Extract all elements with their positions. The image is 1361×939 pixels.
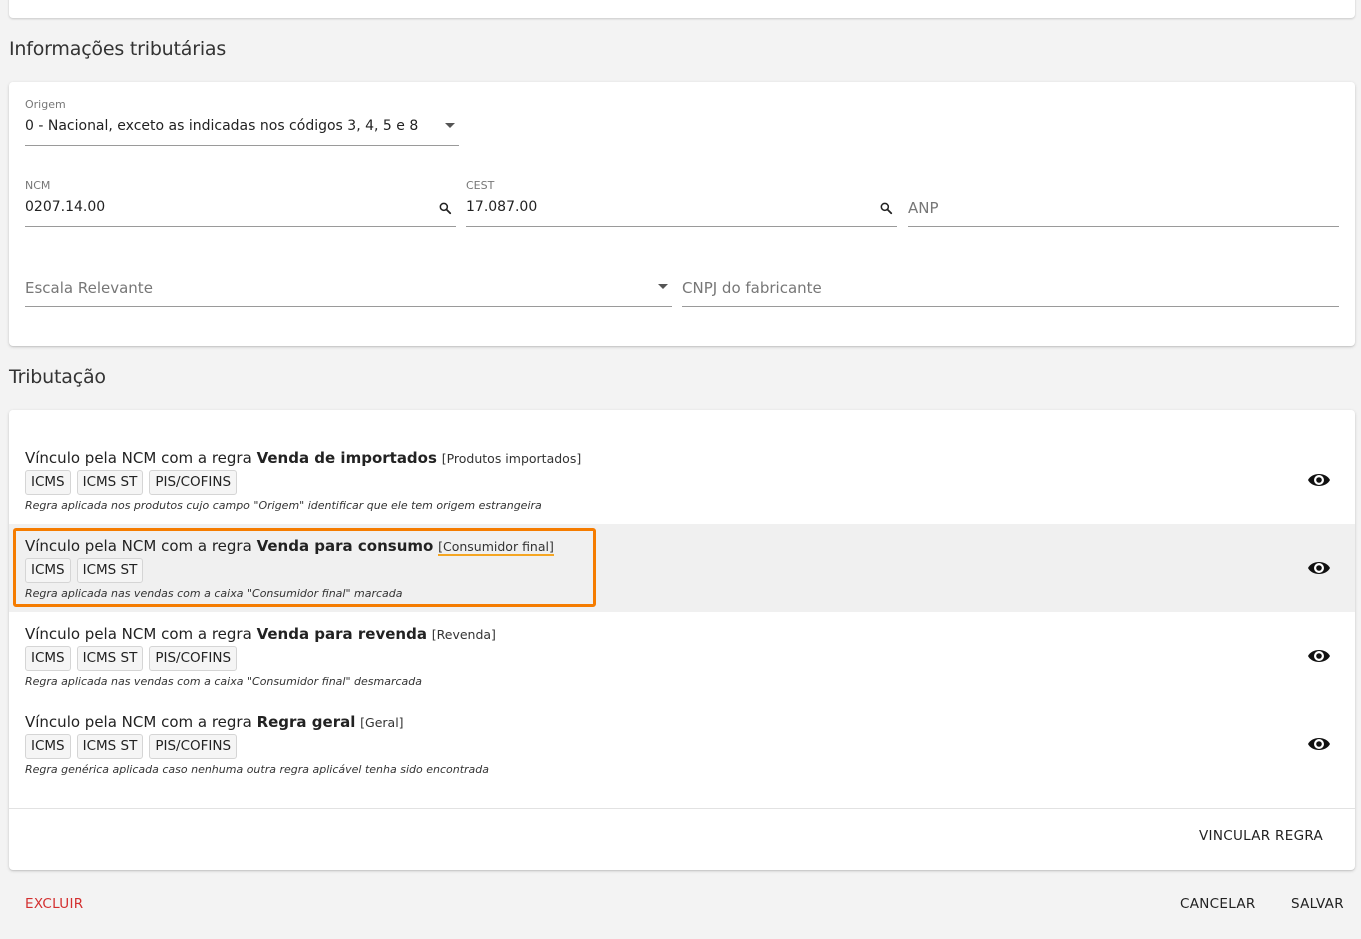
escala-relevante-select[interactable]: Escala Relevante	[25, 259, 672, 307]
chip-icms-st: ICMS ST	[76, 646, 144, 671]
tax-chips: ICMS ICMS ST	[25, 558, 144, 583]
previous-section-card	[9, 0, 1355, 18]
anp-placeholder: ANP	[908, 199, 939, 217]
cest-label: CEST	[466, 179, 495, 192]
save-button[interactable]: SALVAR	[1291, 896, 1344, 912]
tax-info-title: Informações tributárias	[9, 38, 227, 60]
tax-chips: ICMS ICMS ST PIS/COFINS	[25, 734, 238, 759]
tax-info-card: Origem 0 - Nacional, exceto as indicadas…	[9, 82, 1355, 346]
rule-description: Regra aplicada nas vendas com a caixa "C…	[25, 587, 403, 600]
rule-tag: [Geral]	[360, 715, 404, 730]
rule-item-highlighted: Vínculo pela NCM com a regra Venda para …	[9, 524, 1355, 612]
rule-name: Venda para revenda	[256, 625, 427, 643]
eye-icon[interactable]	[1307, 734, 1331, 754]
caret-down-icon	[445, 123, 455, 128]
origem-label: Origem	[25, 98, 66, 111]
page: Informações tributárias Origem 0 - Nacio…	[0, 0, 1361, 939]
escala-placeholder: Escala Relevante	[25, 279, 153, 297]
cnpj-placeholder: CNPJ do fabricante	[682, 279, 822, 297]
rule-prefix: Vínculo pela NCM com a regra	[25, 537, 252, 555]
chip-icms: ICMS	[25, 558, 71, 583]
cancel-button[interactable]: CANCELAR	[1180, 896, 1256, 912]
chip-pis-cofins: PIS/COFINS	[149, 734, 238, 759]
rule-description: Regra genérica aplicada caso nenhuma out…	[25, 763, 490, 776]
taxation-title: Tributação	[9, 366, 106, 388]
rule-name: Venda para consumo	[256, 537, 434, 555]
ncm-field[interactable]: NCM 0207.14.00	[25, 179, 456, 227]
rule-prefix: Vínculo pela NCM com a regra	[25, 449, 252, 467]
rule-description: Regra aplicada nos produtos cujo campo "…	[25, 499, 542, 512]
rule-title: Vínculo pela NCM com a regra Venda para …	[25, 537, 554, 556]
caret-down-icon	[658, 284, 668, 289]
ncm-label: NCM	[25, 179, 51, 192]
taxation-card: Vínculo pela NCM com a regra Venda de im…	[9, 410, 1355, 870]
chip-icms-st: ICMS ST	[76, 470, 144, 495]
anp-field[interactable]: ANP	[908, 179, 1339, 227]
chip-icms: ICMS	[25, 646, 71, 671]
rule-tag: [Revenda]	[431, 627, 496, 642]
tax-chips: ICMS ICMS ST PIS/COFINS	[25, 470, 238, 495]
chip-icms: ICMS	[25, 734, 71, 759]
rule-title: Vínculo pela NCM com a regra Venda de im…	[25, 449, 581, 467]
rule-description: Regra aplicada nas vendas com a caixa "C…	[25, 675, 423, 688]
rule-prefix: Vínculo pela NCM com a regra	[25, 625, 252, 643]
rule-name: Regra geral	[256, 713, 356, 731]
chip-pis-cofins: PIS/COFINS	[149, 470, 238, 495]
origem-select[interactable]: Origem 0 - Nacional, exceto as indicadas…	[25, 98, 459, 146]
rule-tag: [Consumidor final]	[438, 539, 554, 556]
chip-pis-cofins: PIS/COFINS	[149, 646, 238, 671]
search-icon[interactable]	[438, 201, 452, 215]
link-rule-button[interactable]: VINCULAR REGRA	[1199, 828, 1323, 844]
cest-field[interactable]: CEST 17.087.00	[466, 179, 897, 227]
chip-icms-st: ICMS ST	[76, 558, 144, 583]
rule-item: Vínculo pela NCM com a regra Venda para …	[9, 612, 1355, 700]
ncm-value: 0207.14.00	[25, 199, 106, 215]
rule-item: Vínculo pela NCM com a regra Regra geral…	[9, 700, 1355, 788]
eye-icon[interactable]	[1307, 646, 1331, 666]
rule-prefix: Vínculo pela NCM com a regra	[25, 713, 252, 731]
delete-button[interactable]: EXCLUIR	[25, 896, 83, 912]
origem-value: 0 - Nacional, exceto as indicadas nos có…	[25, 118, 419, 134]
eye-icon[interactable]	[1307, 470, 1331, 490]
eye-icon[interactable]	[1307, 558, 1331, 578]
cnpj-fabricante-field[interactable]: CNPJ do fabricante	[682, 259, 1339, 307]
rule-tag: [Produtos importados]	[441, 451, 582, 466]
chip-icms-st: ICMS ST	[76, 734, 144, 759]
rule-title: Vínculo pela NCM com a regra Venda para …	[25, 625, 496, 643]
rule-name: Venda de importados	[256, 449, 437, 467]
divider	[9, 808, 1355, 809]
rule-title: Vínculo pela NCM com a regra Regra geral…	[25, 713, 404, 731]
cest-value: 17.087.00	[466, 199, 538, 215]
chip-icms: ICMS	[25, 470, 71, 495]
tax-chips: ICMS ICMS ST PIS/COFINS	[25, 646, 238, 671]
search-icon[interactable]	[879, 201, 893, 215]
rule-item: Vínculo pela NCM com a regra Venda de im…	[9, 436, 1355, 524]
